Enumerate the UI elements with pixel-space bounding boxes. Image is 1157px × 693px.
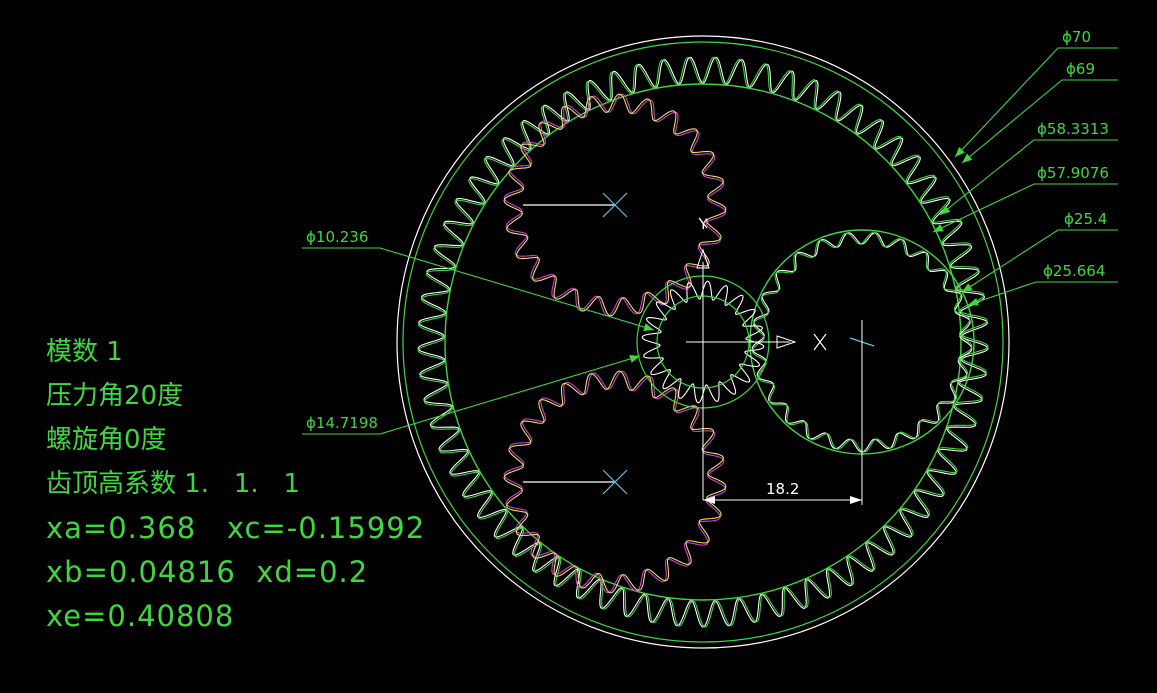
note-xe: xe=0.40808 — [46, 599, 235, 633]
dim-label-25-4: ϕ25.4 — [1064, 210, 1107, 228]
leader-10 — [302, 247, 655, 331]
leader-25-664 — [967, 281, 1118, 306]
note-module: 模数 1 — [46, 337, 123, 367]
note-xb-xd: xb=0.04816 xd=0.2 — [46, 555, 369, 589]
leader-69-arrow — [962, 153, 973, 163]
note-pressure-angle: 压力角20度 — [46, 381, 184, 411]
note-helix-angle: 螺旋角0度 — [46, 425, 167, 455]
dim-label-10: ϕ10.236 — [306, 228, 368, 246]
dim-label-58: ϕ58.3313 — [1037, 120, 1109, 138]
dim-label-69: ϕ69 — [1066, 60, 1095, 78]
y-axis-label: Y — [698, 217, 708, 233]
dim-label-25-664: ϕ25.664 — [1043, 262, 1105, 280]
offset-arrow-right — [850, 496, 862, 504]
offset-label: 18.2 — [766, 480, 799, 498]
leader-25-664-arrow — [968, 298, 979, 306]
note-xa-xc: xa=0.368 xc=-0.15992 — [46, 511, 426, 545]
leader-10-arrow — [643, 323, 654, 331]
dim-label-57: ϕ57.9076 — [1037, 164, 1109, 182]
parameter-notes: 模数 1 压力角20度 螺旋角0度 齿顶高系数 1. 1. 1 xa=0.368… — [46, 332, 425, 640]
dim-label-70: ϕ70 — [1062, 28, 1091, 46]
note-addendum: 齿顶高系数 1. 1. 1 — [46, 469, 301, 499]
leader-14-arrow — [629, 355, 640, 363]
leader-58-arrow — [940, 205, 951, 215]
